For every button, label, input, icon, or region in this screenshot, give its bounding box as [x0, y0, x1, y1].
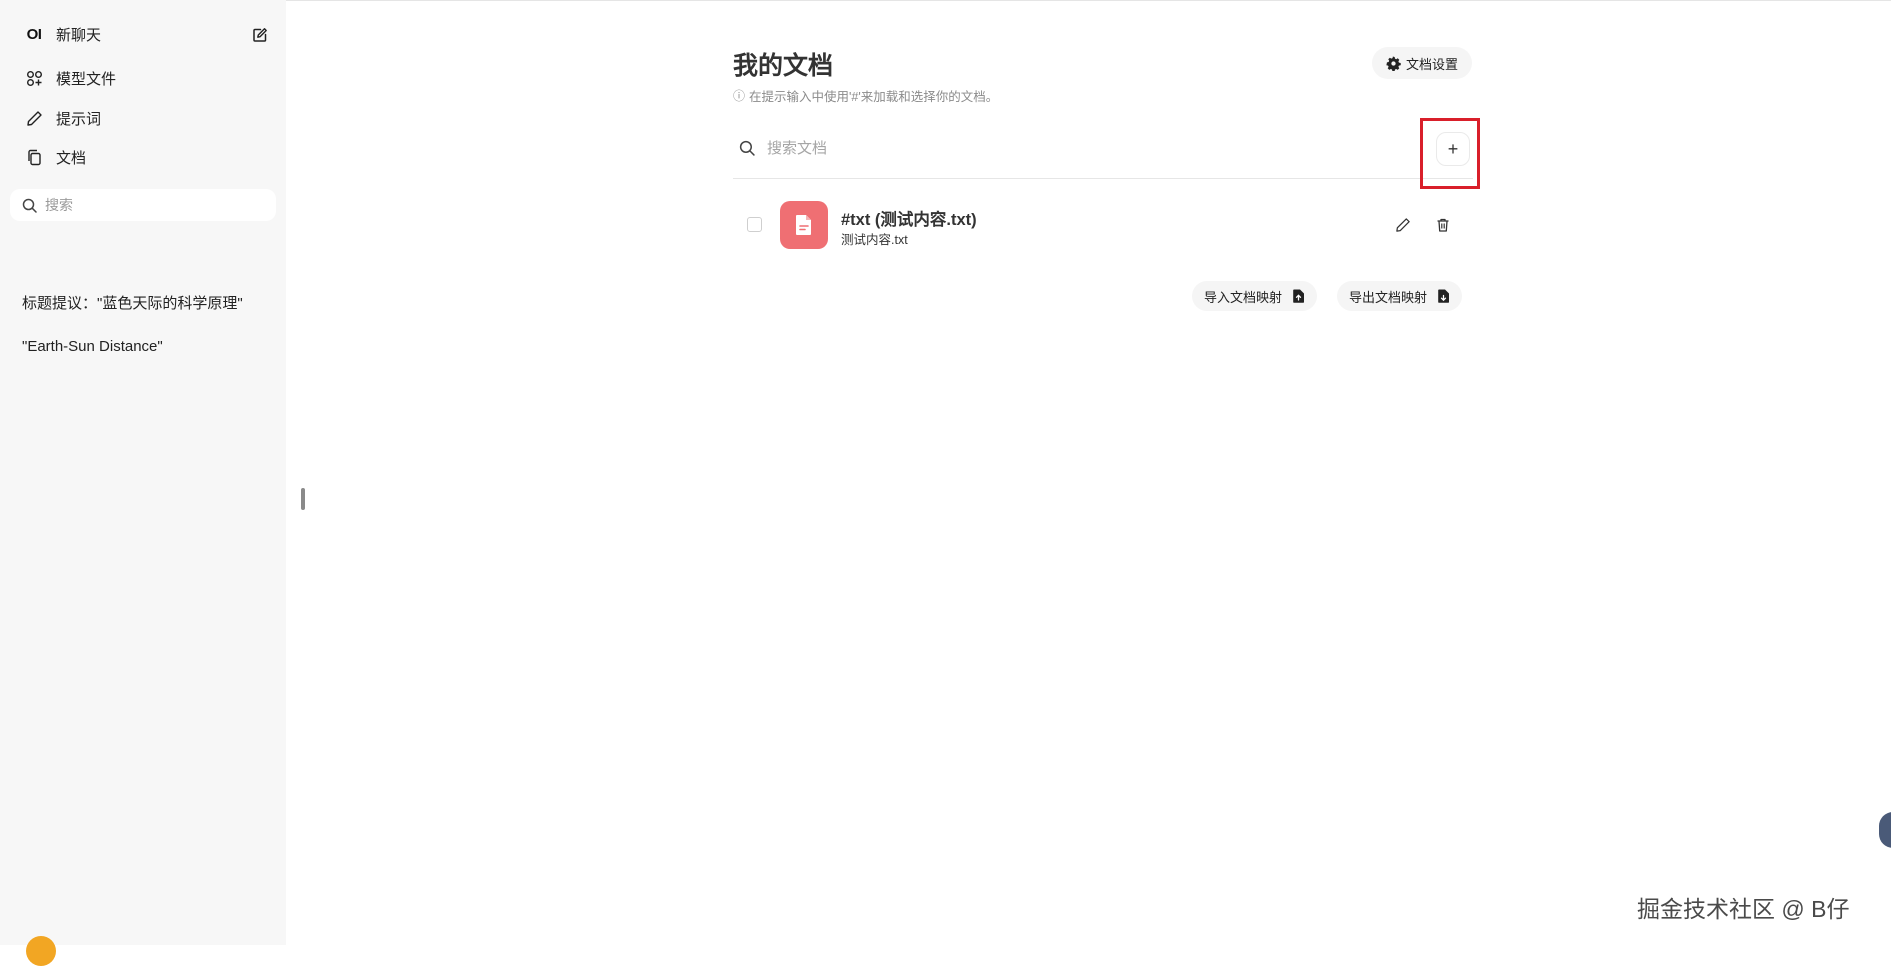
chat-item[interactable]: "Earth-Sun Distance"	[14, 330, 272, 362]
sidebar-item-label: 文档	[56, 149, 87, 167]
sidebar-search[interactable]	[10, 189, 276, 221]
avatar[interactable]	[26, 936, 56, 966]
document-name: #txt (测试内容.txt)	[841, 211, 977, 229]
export-document-mapping-button[interactable]: 导出文档映射	[1337, 281, 1463, 311]
file-icon	[780, 201, 828, 249]
page-title: 我的文档	[733, 52, 834, 80]
sidebar-resize-handle[interactable]	[301, 488, 305, 510]
upload-file-icon	[1292, 289, 1305, 303]
hint-text: 在提示输入中使用'#'来加载和选择你的文档。	[749, 90, 999, 104]
sidebar-item-documents[interactable]: 文档	[14, 139, 272, 175]
watermark: 掘金技术社区 @ B仔	[1637, 896, 1850, 922]
export-label: 导出文档映射	[1349, 289, 1428, 305]
compose-icon[interactable]	[248, 23, 272, 47]
import-label: 导入文档映射	[1204, 289, 1283, 305]
divider	[733, 178, 1473, 179]
new-chat-button[interactable]: OI 新聊天	[14, 16, 272, 52]
sidebar-item-prompts[interactable]: 提示词	[14, 100, 272, 136]
search-icon	[22, 198, 37, 213]
document-filename: 测试内容.txt	[841, 233, 908, 247]
trash-icon[interactable]	[1431, 213, 1455, 237]
sidebar-item-modelfiles[interactable]: 模型文件	[14, 60, 272, 96]
chat-item[interactable]: 标题提议："蓝色天际的科学原理"	[14, 286, 272, 318]
documents-icon	[22, 149, 46, 166]
floating-avatar[interactable]	[1879, 812, 1891, 848]
add-document-button[interactable]: +	[1436, 132, 1470, 166]
pencil-icon	[22, 110, 46, 127]
page-hint: ⓘ 在提示输入中使用'#'来加载和选择你的文档。	[733, 86, 998, 105]
sidebar-item-label: 提示词	[56, 110, 102, 128]
modelfiles-icon	[22, 70, 46, 87]
document-checkbox[interactable]	[747, 217, 762, 232]
document-settings-button[interactable]: 文档设置	[1372, 47, 1473, 79]
document-search[interactable]	[733, 130, 1413, 166]
edit-icon[interactable]	[1391, 213, 1415, 237]
search-icon	[739, 140, 755, 156]
new-chat-label: 新聊天	[56, 26, 102, 44]
logo: OI	[26, 25, 42, 43]
download-file-icon	[1437, 289, 1450, 303]
info-icon: ⓘ	[733, 89, 746, 103]
gear-icon	[1386, 55, 1401, 71]
document-settings-label: 文档设置	[1406, 56, 1459, 72]
sidebar-item-label: 模型文件	[56, 70, 117, 88]
document-row[interactable]: #txt (测试内容.txt) 测试内容.txt	[733, 198, 1473, 252]
import-document-mapping-button[interactable]: 导入文档映射	[1192, 281, 1318, 311]
sidebar: OI 新聊天 模型文件 提示词 文档 标题提议："蓝色天际的科学原理" "Ear…	[0, 0, 286, 966]
sidebar-search-input[interactable]	[45, 197, 245, 213]
document-search-input[interactable]	[767, 139, 1367, 157]
